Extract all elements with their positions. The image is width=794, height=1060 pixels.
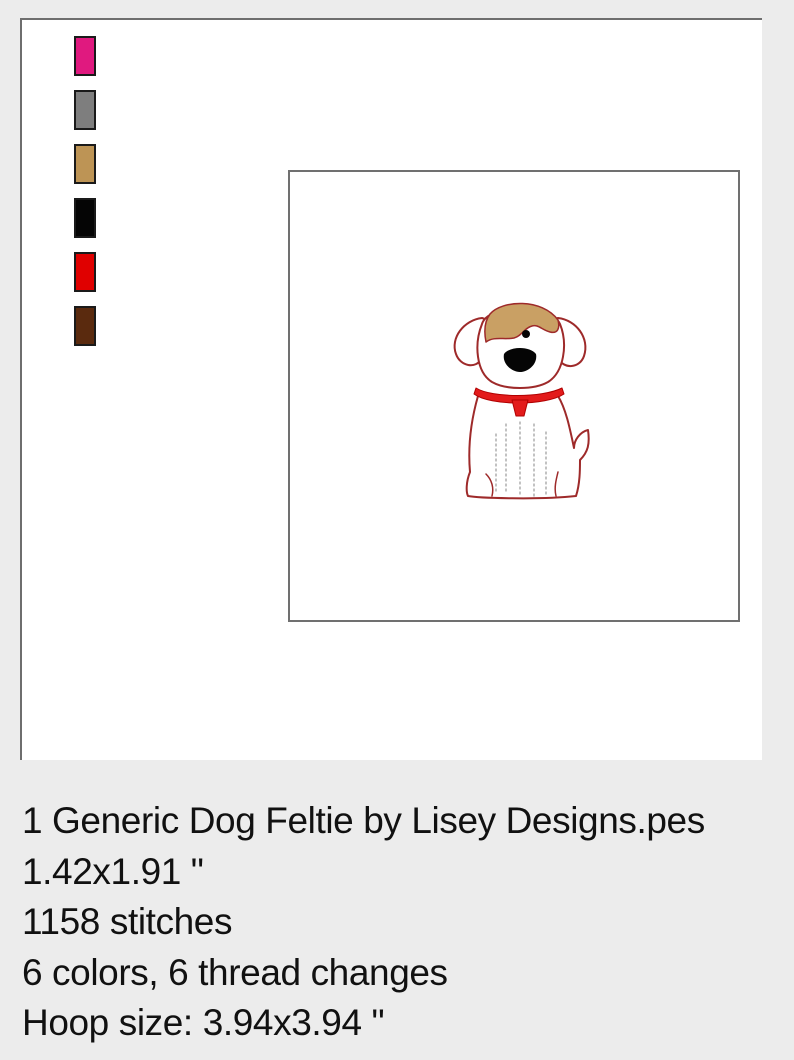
design-preview-panel bbox=[20, 18, 762, 760]
thread-swatch-black bbox=[74, 198, 96, 238]
thread-swatch-brown bbox=[74, 306, 96, 346]
design-filename: 1 Generic Dog Feltie by Lisey Designs.pe… bbox=[22, 800, 705, 841]
thread-swatch-pink bbox=[74, 36, 96, 76]
hoop-area bbox=[288, 170, 740, 622]
stitch-count: 1158 stitches bbox=[22, 901, 233, 942]
thread-swatch-gray bbox=[74, 90, 96, 130]
design-dimensions: 1.42x1.91 " bbox=[22, 850, 204, 892]
dog-body-outline bbox=[465, 395, 590, 500]
dog-feltie-design-icon bbox=[453, 302, 590, 500]
design-info: 1 Generic Dog Feltie by Lisey Designs.pe… bbox=[22, 796, 794, 1049]
thread-color-list bbox=[74, 36, 96, 360]
thread-swatch-tan bbox=[74, 144, 96, 184]
hoop-size: Hoop size: 3.94x3.94 " bbox=[22, 1002, 385, 1043]
thread-swatch-red bbox=[74, 252, 96, 292]
color-summary: 6 colors, 6 thread changes bbox=[22, 951, 448, 993]
